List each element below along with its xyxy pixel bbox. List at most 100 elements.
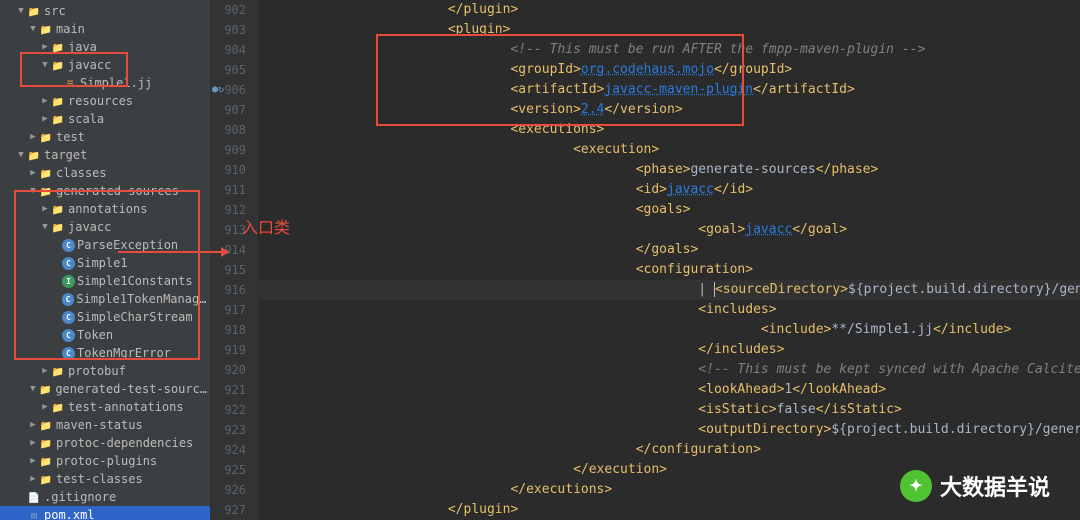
tree-caret-icon[interactable] — [40, 114, 50, 124]
tree-item[interactable]: annotations — [0, 200, 210, 218]
code-line[interactable]: | <sourceDirectory>${project.build.direc… — [258, 280, 1080, 300]
tree-item[interactable]: maven-status — [0, 416, 210, 434]
code-line[interactable]: <phase>generate-sources</phase> — [258, 160, 1080, 180]
tree-caret-icon[interactable] — [40, 96, 50, 106]
tree-item[interactable]: classes — [0, 164, 210, 182]
tree-item[interactable]: target — [0, 146, 210, 164]
file-icon — [26, 491, 42, 504]
line-number: 905 — [210, 60, 246, 80]
code-line[interactable]: <includes> — [258, 300, 1080, 320]
tree-item-label: ParseException — [77, 238, 178, 252]
tree-item[interactable]: CToken — [0, 326, 210, 344]
tree-item[interactable]: generated-test-sources — [0, 380, 210, 398]
tree-item[interactable]: ISimple1Constants — [0, 272, 210, 290]
code-line[interactable]: <execution> — [258, 140, 1080, 160]
code-line[interactable]: </configuration> — [258, 440, 1080, 460]
folder-icon — [26, 5, 42, 18]
code-line[interactable]: <include>**/Simple1.jj</include> — [258, 320, 1080, 340]
tree-item-label: scala — [68, 112, 104, 126]
class-icon: C — [62, 239, 75, 252]
tree-caret-icon[interactable] — [28, 24, 38, 34]
xml-comment: <!-- This must be kept synced with Apach… — [698, 362, 1080, 377]
code-line[interactable]: </plugin> — [258, 0, 1080, 20]
tree-item[interactable]: CSimple1TokenManager — [0, 290, 210, 308]
code-line[interactable]: <goal>javacc</goal> — [258, 220, 1080, 240]
tree-caret-icon[interactable] — [28, 168, 38, 178]
tree-item[interactable]: CTokenMgrError — [0, 344, 210, 362]
tree-item-label: target — [44, 148, 87, 162]
tree-item[interactable]: resources — [0, 92, 210, 110]
tree-item[interactable]: protoc-plugins — [0, 452, 210, 470]
tree-item[interactable]: protoc-dependencies — [0, 434, 210, 452]
class-icon: C — [62, 329, 75, 342]
xml-tag: <artifactId> — [510, 82, 604, 97]
tree-caret-icon[interactable] — [40, 366, 50, 376]
line-number: 925 — [210, 460, 246, 480]
file-jj-icon — [62, 77, 78, 90]
tree-caret-icon[interactable] — [28, 474, 38, 484]
tree-caret-icon[interactable] — [40, 204, 50, 214]
tree-caret-icon[interactable] — [28, 132, 38, 142]
code-line[interactable]: <groupId>org.codehaus.mojo</groupId> — [258, 60, 1080, 80]
tree-item[interactable]: javacc — [0, 56, 210, 74]
tree-item[interactable]: javacc — [0, 218, 210, 236]
tree-caret-icon[interactable] — [16, 150, 26, 160]
code-line[interactable]: <isStatic>false</isStatic> — [258, 400, 1080, 420]
code-line[interactable]: <artifactId>javacc-maven-plugin</artifac… — [258, 80, 1080, 100]
tree-caret-icon[interactable] — [16, 6, 26, 16]
tree-item[interactable]: src — [0, 2, 210, 20]
editor-pane[interactable]: </plugin> <plugin> <!-- This must be run… — [258, 0, 1080, 520]
code-line[interactable]: </goals> — [258, 240, 1080, 260]
xml-tag: </plugin> — [448, 502, 518, 517]
xml-comment: <!-- — [510, 42, 549, 57]
tree-caret-icon[interactable] — [28, 384, 38, 394]
tree-caret-icon[interactable] — [40, 222, 50, 232]
tree-item[interactable]: CSimple1 — [0, 254, 210, 272]
code-line[interactable]: </includes> — [258, 340, 1080, 360]
code-line[interactable]: <lookAhead>1</lookAhead> — [258, 380, 1080, 400]
tree-item[interactable]: scala — [0, 110, 210, 128]
tree-item[interactable]: Simple1.jj — [0, 74, 210, 92]
code-line[interactable]: <executions> — [258, 120, 1080, 140]
tree-caret-icon[interactable] — [40, 402, 50, 412]
code-line[interactable]: <version>2.4</version> — [258, 100, 1080, 120]
code-line[interactable]: <goals> — [258, 200, 1080, 220]
tree-item[interactable]: main — [0, 20, 210, 38]
code-line[interactable]: <plugin> — [258, 20, 1080, 40]
tree-item[interactable]: CSimpleCharStream — [0, 308, 210, 326]
class-icon: C — [62, 257, 75, 270]
tree-item[interactable]: generated-sources — [0, 182, 210, 200]
xml-tag: <version> — [510, 102, 580, 117]
xml-tag: </execution> — [573, 462, 667, 477]
project-tree[interactable]: srcmainjavajavaccSimple1.jjresourcesscal… — [0, 0, 210, 520]
line-number: 926 — [210, 480, 246, 500]
xml-link-value: org.codehaus.mojo — [581, 62, 714, 77]
tree-item[interactable]: .gitignore — [0, 488, 210, 506]
tree-caret-icon[interactable] — [28, 438, 38, 448]
code-line[interactable]: <!-- This must be run AFTER the fmpp-mav… — [258, 40, 1080, 60]
code-line[interactable]: </plugin> — [258, 500, 1080, 520]
tree-item[interactable]: test-classes — [0, 470, 210, 488]
tree-caret-icon[interactable] — [28, 186, 38, 196]
class-icon: C — [62, 347, 75, 360]
folder-icon — [38, 167, 54, 180]
tree-caret-icon[interactable] — [28, 456, 38, 466]
code-line[interactable]: <outputDirectory>${project.build.directo… — [258, 420, 1080, 440]
line-number: 909 — [210, 140, 246, 160]
tree-item[interactable]: pom.xml — [0, 506, 210, 520]
tree-item-label: classes — [56, 166, 107, 180]
tree-caret-icon[interactable] — [40, 42, 50, 52]
gutter-run-icon[interactable]: ●↻ — [212, 84, 224, 95]
code-line[interactable]: <!-- This must be kept synced with Apach… — [258, 360, 1080, 380]
tree-item[interactable]: protobuf — [0, 362, 210, 380]
tree-caret-icon[interactable] — [28, 420, 38, 430]
code-line[interactable]: <configuration> — [258, 260, 1080, 280]
tree-item[interactable]: test-annotations — [0, 398, 210, 416]
tree-item-label: protoc-plugins — [56, 454, 157, 468]
tree-item[interactable]: CParseException — [0, 236, 210, 254]
tree-caret-icon[interactable] — [40, 60, 50, 70]
tree-item[interactable]: test — [0, 128, 210, 146]
line-number: 908 — [210, 120, 246, 140]
code-line[interactable]: <id>javacc</id> — [258, 180, 1080, 200]
tree-item[interactable]: java — [0, 38, 210, 56]
